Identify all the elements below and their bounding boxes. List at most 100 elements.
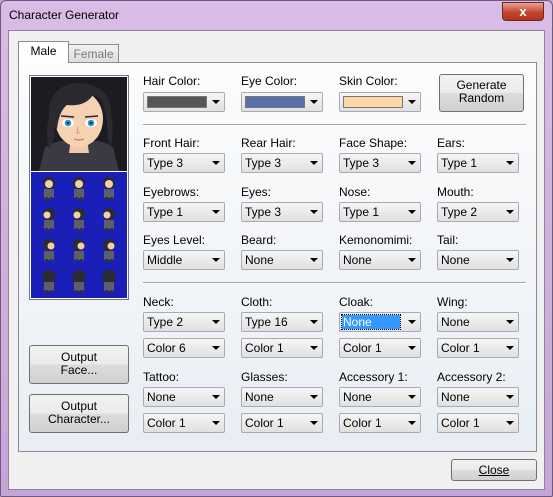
- ears-dropdown[interactable]: Type 1: [437, 153, 519, 173]
- chevron-down-icon: [506, 320, 514, 324]
- tattoo-type-value: None: [147, 390, 176, 404]
- accessory1-label: Accessory 1:: [339, 370, 408, 384]
- chevron-down-icon: [408, 320, 416, 324]
- chevron-down-icon: [212, 421, 220, 425]
- mouth-label: Mouth:: [437, 185, 474, 199]
- cloak-color-dropdown[interactable]: Color 1: [339, 338, 421, 358]
- eye-color-dropdown[interactable]: [241, 92, 323, 112]
- accessory2-type-dropdown[interactable]: None: [437, 387, 519, 407]
- cloth-color-dropdown[interactable]: Color 1: [241, 338, 323, 358]
- output-face-button[interactable]: Output Face...: [29, 345, 129, 384]
- skin-color-dropdown[interactable]: [339, 92, 421, 112]
- output-character-line2: Character...: [47, 412, 111, 426]
- eyebrows-dropdown[interactable]: Type 1: [143, 202, 225, 222]
- glasses-type-value: None: [245, 390, 274, 404]
- chevron-down-icon: [506, 210, 514, 214]
- hair-color-dropdown[interactable]: [143, 92, 225, 112]
- tattoo-label: Tattoo:: [143, 370, 180, 384]
- separator: [143, 124, 526, 126]
- cloth-type-value: Type 16: [245, 315, 288, 329]
- front-hair-value: Type 3: [147, 156, 184, 170]
- window-close-button[interactable]: x: [502, 2, 544, 21]
- glasses-label: Glasses:: [241, 370, 288, 384]
- tail-label: Tail:: [437, 233, 459, 247]
- chevron-down-icon: [408, 100, 416, 104]
- chevron-down-icon: [310, 210, 318, 214]
- chevron-down-icon: [212, 320, 220, 324]
- chevron-down-icon: [408, 210, 416, 214]
- beard-label: Beard:: [241, 233, 277, 247]
- tail-value: None: [441, 253, 470, 267]
- generate-random-button[interactable]: Generate Random: [439, 74, 524, 112]
- tattoo-color-value: Color 1: [147, 416, 186, 430]
- front-hair-dropdown[interactable]: Type 3: [143, 153, 225, 173]
- sprite-frame: [39, 268, 59, 294]
- face-shape-value: Type 3: [343, 156, 380, 170]
- eyes-value: Type 3: [245, 205, 282, 219]
- separator: [143, 282, 526, 284]
- sprite-frame: [69, 268, 89, 294]
- cloth-type-dropdown[interactable]: Type 16: [241, 312, 323, 332]
- chevron-down-icon: [506, 346, 514, 350]
- chevron-down-icon: [408, 395, 416, 399]
- character-sprite-sheet: [31, 172, 127, 298]
- chevron-down-icon: [310, 161, 318, 165]
- accessory1-color-dropdown[interactable]: Color 1: [339, 413, 421, 433]
- sprite-frame: [69, 206, 89, 232]
- sprite-frame: [99, 268, 119, 294]
- eyes-level-value: Middle: [147, 253, 183, 267]
- nose-dropdown[interactable]: Type 1: [339, 202, 421, 222]
- tab-female[interactable]: Female: [68, 44, 119, 64]
- hair-color-swatch: [147, 96, 207, 108]
- chevron-down-icon: [212, 161, 220, 165]
- tab-male-label: Male: [30, 44, 57, 58]
- tab-female-label: Female: [73, 47, 114, 61]
- face-portrait: [31, 77, 127, 171]
- title-bar[interactable]: Character Generator x: [1, 1, 552, 29]
- kemonomimi-dropdown[interactable]: None: [339, 250, 421, 270]
- chevron-down-icon: [310, 346, 318, 350]
- beard-dropdown[interactable]: None: [241, 250, 323, 270]
- mouth-dropdown[interactable]: Type 2: [437, 202, 519, 222]
- neck-color-value: Color 6: [147, 341, 186, 355]
- tab-male[interactable]: Male: [18, 41, 69, 63]
- kemonomimi-label: Kemonomimi:: [339, 233, 413, 247]
- close-button[interactable]: Close: [451, 459, 537, 481]
- chevron-down-icon: [212, 258, 220, 262]
- face-preview-image: [31, 77, 127, 171]
- accessory1-type-dropdown[interactable]: None: [339, 387, 421, 407]
- accessory2-color-dropdown[interactable]: Color 1: [437, 413, 519, 433]
- tattoo-color-dropdown[interactable]: Color 1: [143, 413, 225, 433]
- chevron-down-icon: [506, 161, 514, 165]
- neck-type-value: Type 2: [147, 315, 184, 329]
- tattoo-type-dropdown[interactable]: None: [143, 387, 225, 407]
- face-shape-dropdown[interactable]: Type 3: [339, 153, 421, 173]
- close-icon: x: [519, 4, 527, 19]
- generate-random-line1: Generate: [456, 78, 507, 92]
- rear-hair-dropdown[interactable]: Type 3: [241, 153, 323, 173]
- wing-type-dropdown[interactable]: None: [437, 312, 519, 332]
- neck-color-dropdown[interactable]: Color 6: [143, 338, 225, 358]
- chevron-down-icon: [506, 258, 514, 262]
- cloak-type-dropdown[interactable]: None: [339, 312, 421, 332]
- glasses-type-dropdown[interactable]: None: [241, 387, 323, 407]
- hair-color-label: Hair Color:: [143, 74, 201, 88]
- chevron-down-icon: [212, 346, 220, 350]
- cloth-label: Cloth:: [241, 295, 273, 309]
- output-face-line1: Output: [60, 350, 98, 364]
- sprite-frame: [99, 206, 119, 232]
- output-character-button[interactable]: Output Character...: [29, 394, 129, 433]
- wing-color-dropdown[interactable]: Color 1: [437, 338, 519, 358]
- cloak-color-value: Color 1: [343, 341, 382, 355]
- rear-hair-value: Type 3: [245, 156, 282, 170]
- sprite-frame: [99, 175, 119, 201]
- skin-color-label: Skin Color:: [339, 74, 398, 88]
- neck-type-dropdown[interactable]: Type 2: [143, 312, 225, 332]
- eyes-level-dropdown[interactable]: Middle: [143, 250, 225, 270]
- eyes-label: Eyes:: [241, 185, 272, 199]
- eyes-dropdown[interactable]: Type 3: [241, 202, 323, 222]
- chevron-down-icon: [310, 100, 318, 104]
- sprite-frame: [39, 206, 59, 232]
- glasses-color-dropdown[interactable]: Color 1: [241, 413, 323, 433]
- tail-dropdown[interactable]: None: [437, 250, 519, 270]
